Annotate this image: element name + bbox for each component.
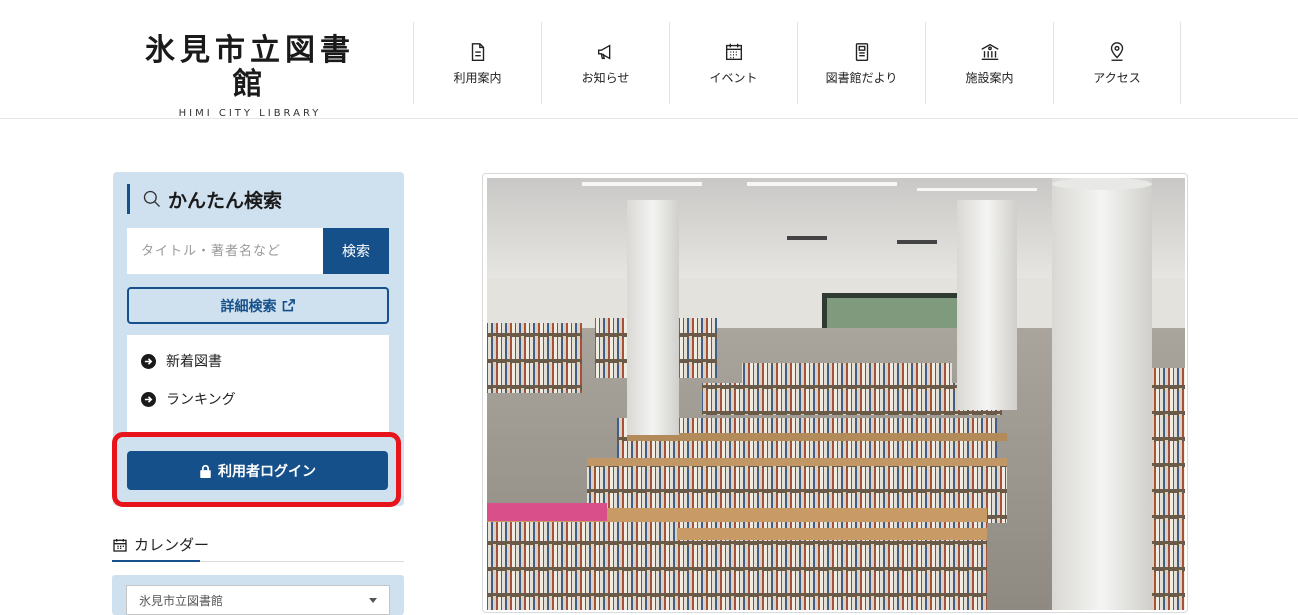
calendar-icon <box>113 538 127 552</box>
external-link-icon <box>282 299 295 312</box>
arrow-right-icon <box>141 353 156 369</box>
site-header: 氷見市立図書館 HIMI CITY LIBRARY 利用案内 お知らせ イベント <box>0 0 1298 119</box>
search-input[interactable] <box>127 228 323 274</box>
nav-item-guide[interactable]: 利用案内 <box>413 22 541 104</box>
search-submit-button[interactable]: 検索 <box>323 228 389 274</box>
lock-icon <box>200 464 211 478</box>
nav-label: お知らせ <box>581 70 630 85</box>
nav-label: アクセス <box>1093 70 1141 85</box>
nav-label: 施設案内 <box>965 70 1014 85</box>
newsletter-icon <box>855 42 868 61</box>
library-select[interactable]: 氷見市立図書館 <box>126 585 390 615</box>
quick-search-heading: かんたん検索 <box>127 184 282 214</box>
login-label: 利用者ログイン <box>218 463 316 480</box>
quick-links: 新着図書 ランキング <box>127 335 389 435</box>
library-interior-image <box>487 178 1185 610</box>
calendar-icon <box>725 43 742 60</box>
detail-search-button[interactable]: 詳細検索 <box>127 287 389 324</box>
logo-japanese: 氷見市立図書館 <box>145 33 355 102</box>
link-ranking[interactable]: ランキング <box>141 389 389 409</box>
arrow-right-icon <box>141 391 156 407</box>
user-login-button[interactable]: 利用者ログイン <box>127 451 388 490</box>
megaphone-icon <box>597 43 610 60</box>
calendar-heading: カレンダー <box>112 528 404 562</box>
main-nav: 利用案内 お知らせ イベント 図書館だより 施設案内 アクセス <box>413 22 1181 104</box>
nav-item-events[interactable]: イベント <box>669 22 797 104</box>
detail-search-label: 詳細検索 <box>220 298 277 315</box>
building-icon <box>980 43 999 60</box>
document-icon <box>471 42 484 61</box>
quick-search-title: かんたん検索 <box>168 189 283 212</box>
logo-english: HIMI CITY LIBRARY <box>178 108 322 119</box>
nav-label: 利用案内 <box>453 70 502 85</box>
nav-item-newsletter[interactable]: 図書館だより <box>797 22 925 104</box>
nav-item-facility[interactable]: 施設案内 <box>925 22 1053 104</box>
search-icon <box>143 190 160 207</box>
link-label: 新着図書 <box>166 354 222 370</box>
library-interior-photo <box>482 173 1188 613</box>
link-new-books[interactable]: 新着図書 <box>141 351 389 371</box>
nav-label: イベント <box>709 70 758 85</box>
search-form: 検索 <box>127 228 389 274</box>
nav-item-news[interactable]: お知らせ <box>541 22 669 104</box>
calendar-title: カレンダー <box>134 536 210 554</box>
caret-down-icon <box>369 597 377 603</box>
link-label: ランキング <box>166 392 236 408</box>
nav-item-access[interactable]: アクセス <box>1053 22 1181 104</box>
calendar-library-panel: 氷見市立図書館 <box>112 575 404 615</box>
site-logo[interactable]: 氷見市立図書館 HIMI CITY LIBRARY <box>130 33 370 120</box>
map-pin-icon <box>1110 41 1124 61</box>
nav-label: 図書館だより <box>825 70 898 85</box>
